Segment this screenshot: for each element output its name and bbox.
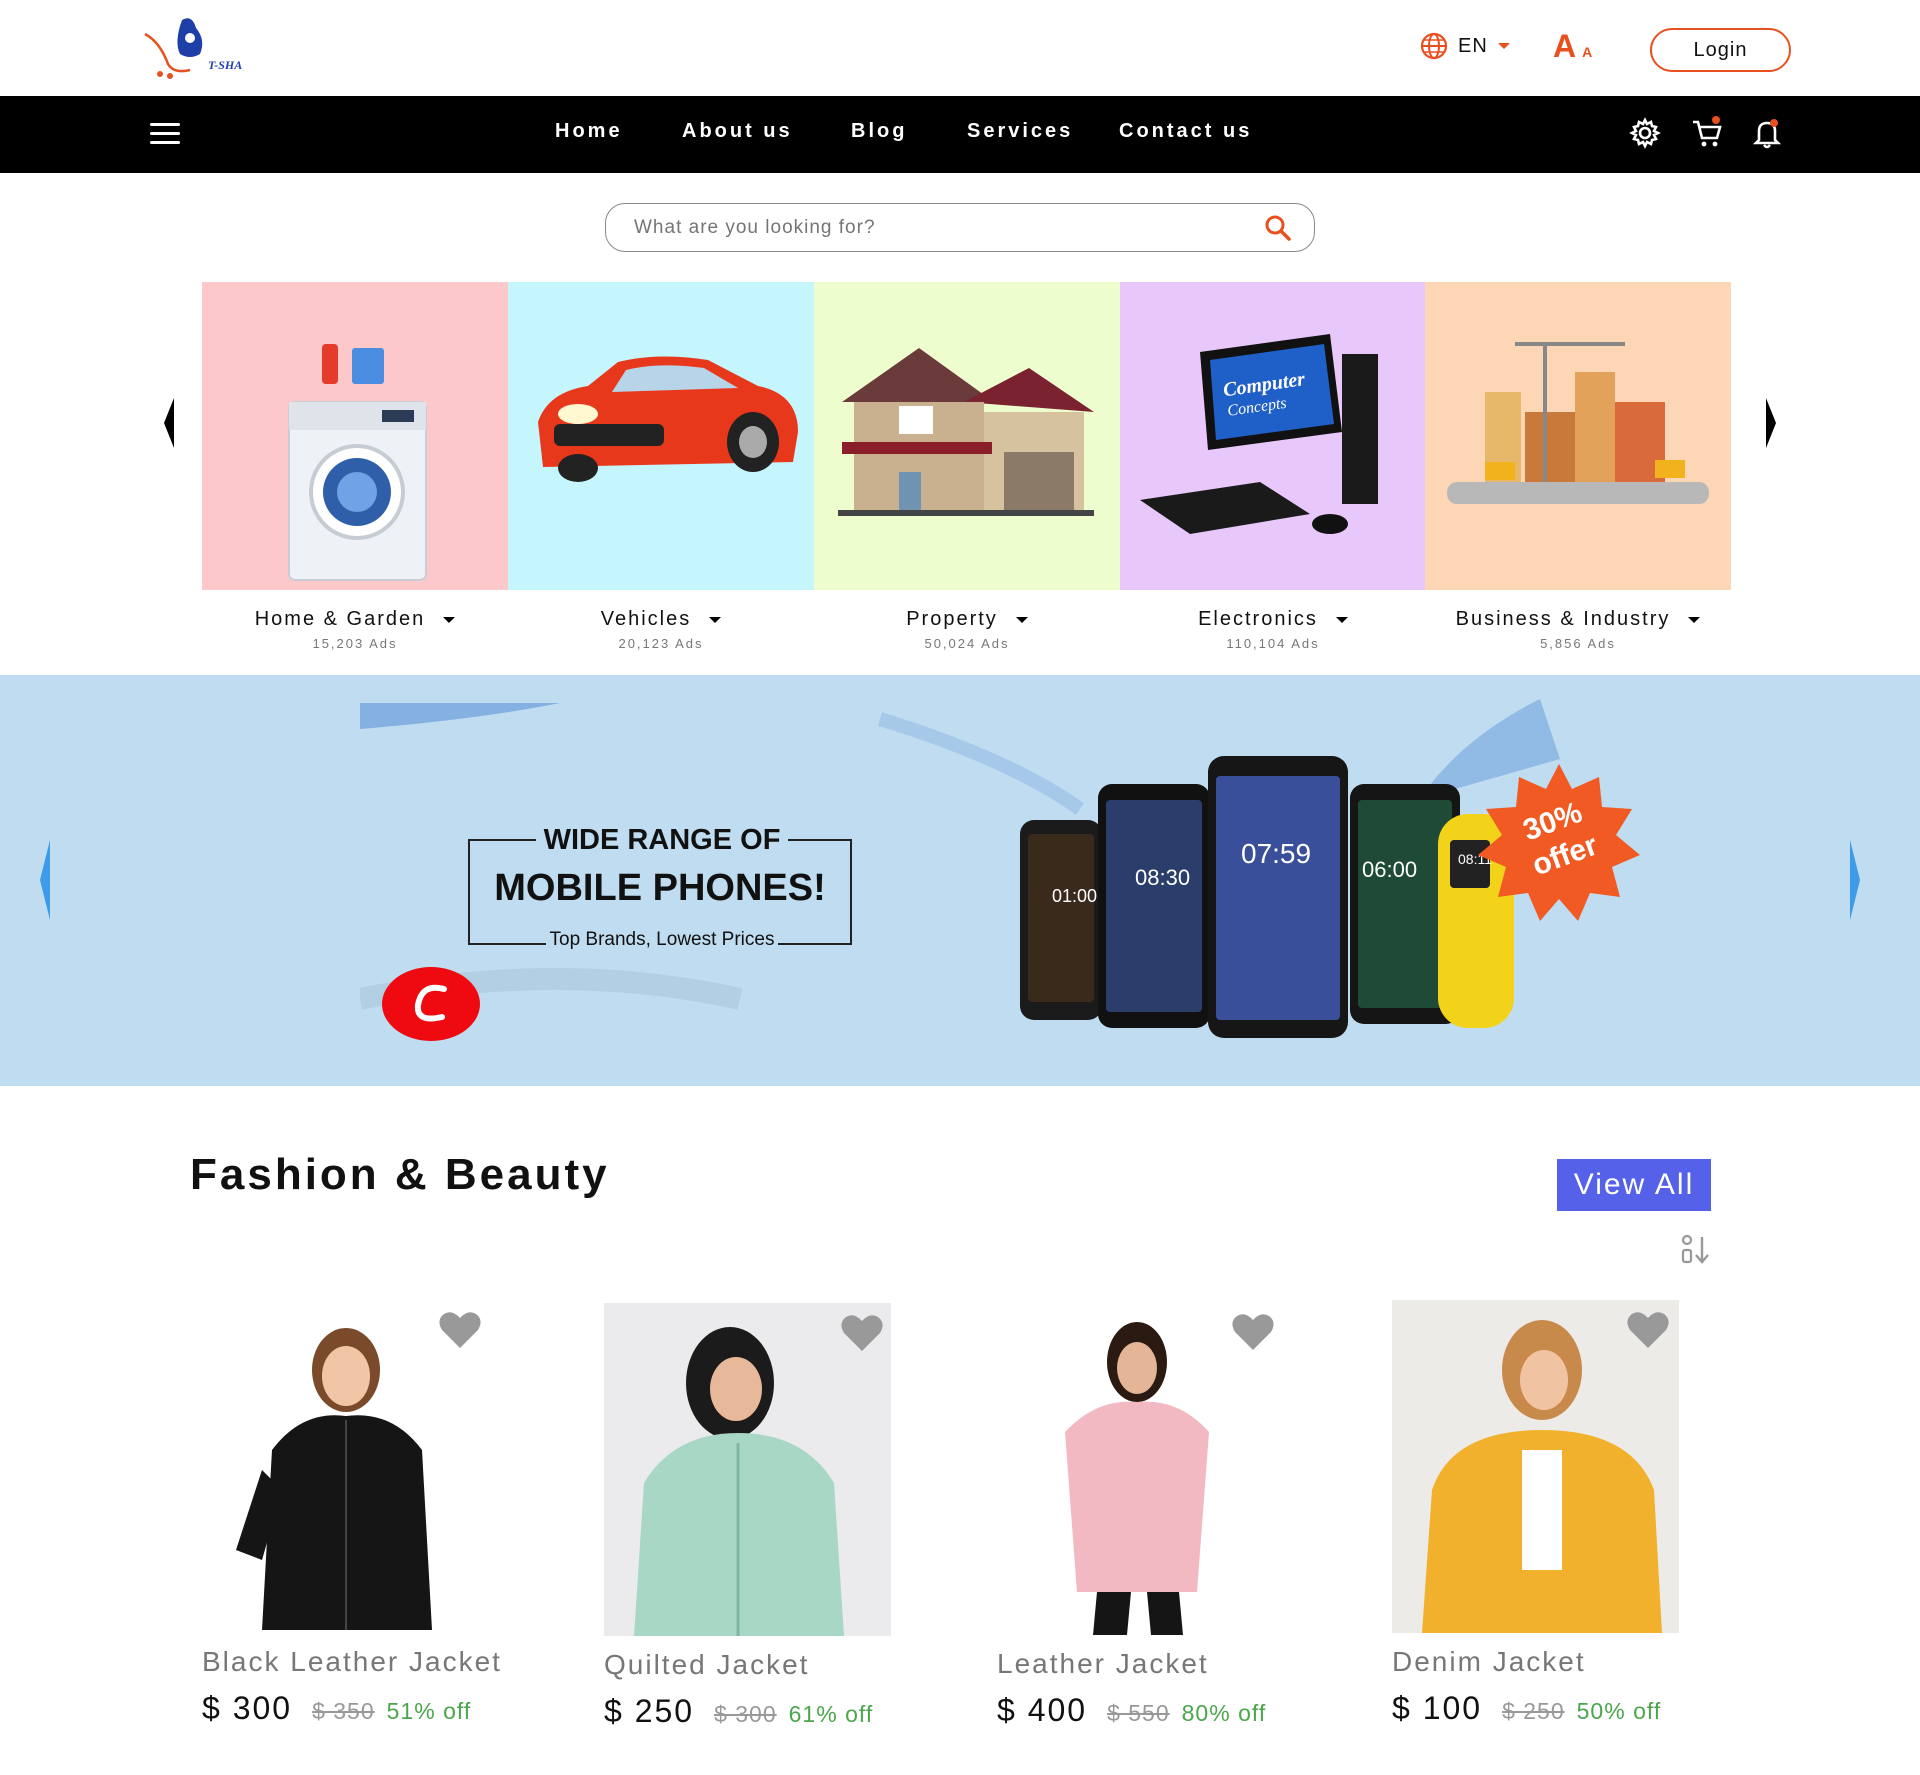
top-bar: T-SHA EN AA Login (0, 0, 1920, 96)
product-name: Black Leather Jacket (202, 1646, 502, 1677)
chevron-down-icon[interactable] (1015, 616, 1028, 623)
nav-link-home[interactable]: Home (555, 120, 623, 143)
favorite-heart-icon[interactable] (840, 1313, 884, 1353)
category-property[interactable]: Property 50,024 Ads (814, 282, 1120, 652)
product-discount: 80% off (1181, 1700, 1267, 1726)
product-discount: 51% off (386, 1698, 472, 1724)
category-next-arrow[interactable] (1766, 398, 1776, 448)
product-price: $ 100 (1392, 1690, 1483, 1726)
product-old-price: $ 350 (312, 1698, 375, 1724)
category-name: Business & Industry (1425, 608, 1731, 631)
chevron-down-icon (1497, 43, 1510, 49)
section-title: Fashion & Beauty (190, 1150, 610, 1199)
category-tile: Computer Concepts (1120, 282, 1426, 590)
product-card[interactable]: Leather Jacket $ 400 $ 550 80% off (997, 1302, 1297, 1742)
product-old-price: $ 250 (1502, 1698, 1565, 1724)
chevron-down-icon[interactable] (443, 616, 456, 623)
font-size-large: A (1553, 28, 1577, 64)
category-vehicles[interactable]: Vehicles 20,123 Ads (508, 282, 814, 652)
main-navbar: Home About us Blog Services Contact us (0, 96, 1920, 173)
product-card[interactable]: Black Leather Jacket $ 300 $ 350 51% off (202, 1300, 502, 1740)
nav-link-services[interactable]: Services (967, 120, 1073, 143)
category-prev-arrow[interactable] (164, 398, 174, 448)
phone-time-1: 01:00 (1052, 886, 1098, 906)
view-all-button[interactable]: View All (1557, 1159, 1711, 1211)
category-ad-count: 50,024 Ads (924, 636, 1010, 651)
product-price: $ 300 (202, 1690, 293, 1726)
brand-badge-icon (382, 967, 480, 1041)
nav-link-contact[interactable]: Contact us (1119, 120, 1252, 143)
category-tile (508, 282, 814, 590)
phone-time-4: 06:00 (1362, 857, 1418, 882)
language-selector[interactable]: EN (1420, 32, 1510, 60)
category-ad-count: 15,203 Ads (312, 636, 398, 651)
banner-headline-line1: WIDE RANGE OF (470, 824, 854, 857)
product-price: $ 400 (997, 1692, 1088, 1728)
chevron-down-icon[interactable] (1688, 616, 1701, 623)
favorite-heart-icon[interactable] (1231, 1312, 1275, 1352)
favorite-heart-icon[interactable] (438, 1310, 482, 1350)
product-prices: $ 100 $ 250 50% off (1392, 1690, 1661, 1727)
product-discount: 50% off (1576, 1698, 1662, 1724)
construction-icon (1447, 342, 1709, 504)
category-tile (814, 282, 1120, 590)
banner-next-arrow[interactable] (1850, 840, 1860, 920)
car-icon (538, 356, 798, 482)
promo-banner[interactable]: WIDE RANGE OF MOBILE PHONES! Top Brands,… (0, 675, 1920, 1086)
search-icon[interactable] (1262, 212, 1294, 244)
product-prices: $ 300 $ 350 51% off (202, 1690, 471, 1727)
category-ad-count: 20,123 Ads (618, 636, 704, 651)
banner-headline-line2: MOBILE PHONES! (494, 867, 826, 909)
language-label: EN (1458, 34, 1488, 57)
logo-text: T-SHA (208, 58, 243, 72)
category-business-industry[interactable]: Business & Industry 5,856 Ads (1425, 282, 1731, 652)
nav-link-blog[interactable]: Blog (851, 120, 907, 143)
login-button[interactable]: Login (1650, 28, 1791, 72)
product-prices: $ 400 $ 550 80% off (997, 1692, 1266, 1729)
font-size-small: A (1582, 44, 1593, 60)
phone-time-3: 07:59 (1241, 838, 1312, 869)
category-ad-count: 5,856 Ads (1540, 636, 1616, 651)
washing-machine-icon (288, 344, 427, 581)
bell-icon[interactable] (1750, 116, 1784, 150)
offer-badge: 30% offer (1474, 759, 1644, 929)
cart-icon[interactable] (1690, 116, 1724, 150)
computer-icon: Computer Concepts (1140, 334, 1378, 534)
product-card[interactable]: Denim Jacket $ 100 $ 250 50% off (1392, 1300, 1692, 1740)
banner-tagline: Top Brands, Lowest Prices (470, 929, 854, 951)
product-price: $ 250 (604, 1693, 695, 1729)
banner-prev-arrow[interactable] (40, 840, 50, 920)
category-electronics[interactable]: Computer Concepts Electronics 110,104 Ad… (1120, 282, 1426, 652)
product-old-price: $ 300 (714, 1701, 777, 1727)
search-bar (605, 203, 1315, 252)
nav-link-about[interactable]: About us (682, 120, 793, 143)
font-size-toggle[interactable]: AA (1553, 28, 1592, 65)
product-old-price: $ 550 (1107, 1700, 1170, 1726)
globe-icon (1420, 32, 1448, 60)
category-home-garden[interactable]: Home & Garden 15,203 Ads (202, 282, 508, 652)
sort-icon[interactable] (1678, 1233, 1712, 1267)
phone-time-2: 08:30 (1135, 865, 1191, 890)
category-name: Home & Garden (202, 608, 508, 631)
favorite-heart-icon[interactable] (1626, 1310, 1670, 1350)
category-tile (202, 282, 508, 590)
category-name: Property (814, 608, 1120, 631)
category-name: Electronics (1120, 608, 1426, 631)
category-ad-count: 110,104 Ads (1226, 636, 1320, 651)
product-name: Leather Jacket (997, 1648, 1209, 1679)
category-name: Vehicles (508, 608, 814, 631)
product-name: Denim Jacket (1392, 1646, 1586, 1677)
search-input[interactable] (634, 214, 1234, 242)
house-icon (838, 348, 1094, 516)
product-name: Quilted Jacket (604, 1649, 810, 1680)
product-prices: $ 250 $ 300 61% off (604, 1693, 873, 1730)
gear-icon[interactable] (1628, 116, 1662, 150)
chevron-down-icon[interactable] (1335, 616, 1348, 623)
product-discount: 61% off (788, 1701, 874, 1727)
category-tile (1425, 282, 1731, 590)
chevron-down-icon[interactable] (709, 616, 722, 623)
banner-headline-box: WIDE RANGE OF MOBILE PHONES! Top Brands,… (468, 824, 852, 950)
product-card[interactable]: Quilted Jacket $ 250 $ 300 61% off (604, 1303, 904, 1743)
